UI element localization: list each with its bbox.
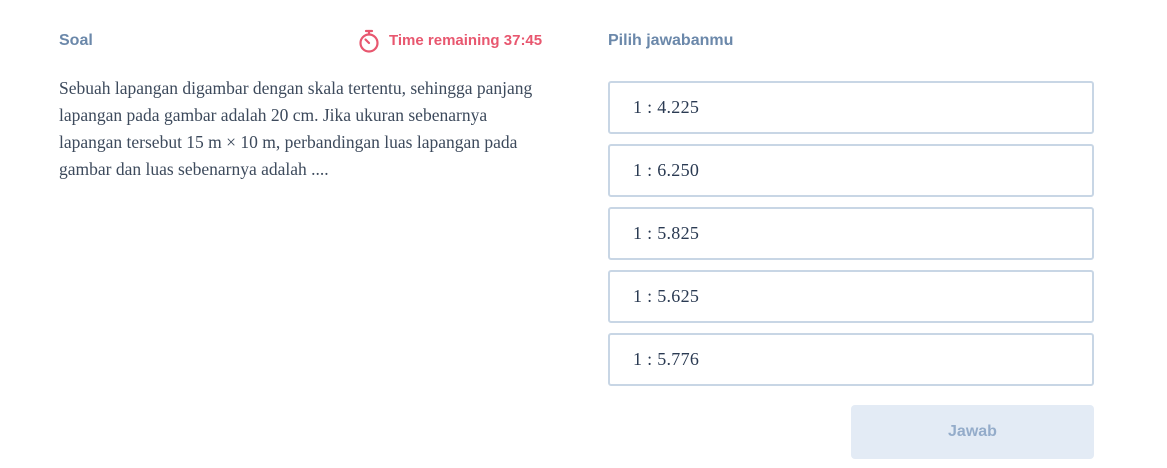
answer-option-1[interactable]: 1 : 4.225 [608, 81, 1094, 134]
answer-option-label: 1 : 5.625 [633, 286, 700, 306]
answer-option-label: 1 : 5.776 [633, 349, 700, 369]
timer-text: Time remaining 37:45 [389, 32, 543, 49]
answer-option-label: 1 : 5.825 [633, 223, 700, 243]
answer-title: Pilih jawabanmu [608, 32, 734, 49]
answer-option-3[interactable]: 1 : 5.825 [608, 207, 1094, 260]
answer-option-label: 1 : 6.250 [633, 160, 700, 180]
answer-option-label: 1 : 4.225 [633, 97, 700, 117]
submit-answer-button[interactable]: Jawab [851, 405, 1094, 459]
timer: Time remaining 37:45 [358, 29, 542, 53]
question-text: Sebuah lapangan digambar dengan skala te… [59, 78, 533, 179]
answer-option-2[interactable]: 1 : 6.250 [608, 144, 1094, 197]
answer-option-5[interactable]: 1 : 5.776 [608, 333, 1094, 386]
answer-options: 1 : 4.225 1 : 6.250 1 : 5.825 1 : 5.625 … [608, 81, 1094, 396]
stopwatch-icon [358, 29, 389, 53]
answer-option-4[interactable]: 1 : 5.625 [608, 270, 1094, 323]
question-title: Soal [59, 32, 93, 49]
